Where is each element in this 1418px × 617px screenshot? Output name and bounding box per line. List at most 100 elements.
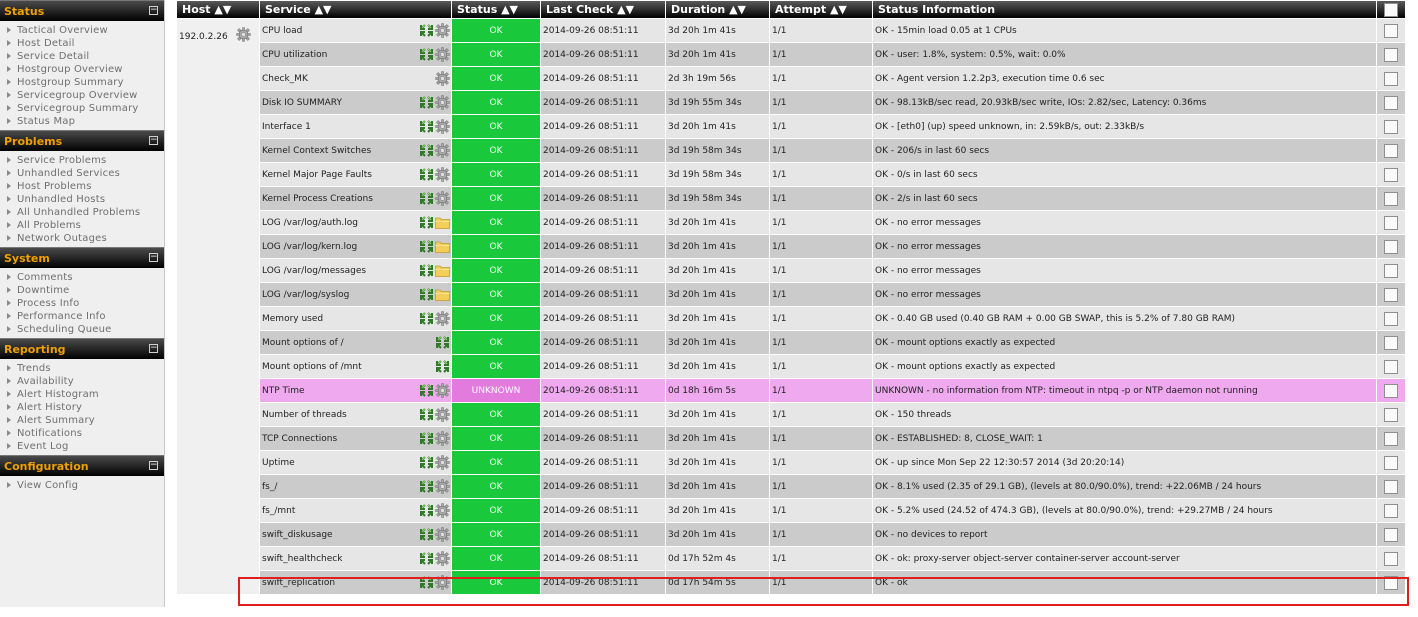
row-checkbox[interactable]	[1384, 407, 1398, 422]
collapse-icon[interactable]: −	[149, 253, 158, 262]
service-name-link[interactable]: NTP Time	[262, 386, 305, 396]
graph-icon[interactable]	[419, 479, 434, 494]
service-name-link[interactable]: Memory used	[262, 314, 323, 324]
service-name-link[interactable]: Check_MK	[262, 74, 308, 84]
collapse-icon[interactable]: −	[149, 6, 158, 15]
gear-icon[interactable]	[435, 406, 450, 422]
sidebar-section-status[interactable]: Status −	[0, 0, 164, 21]
service-name-link[interactable]: Kernel Context Switches	[262, 146, 371, 156]
row-checkbox[interactable]	[1384, 575, 1398, 590]
host-gear-icon[interactable]	[235, 27, 251, 45]
sort-arrows-icon[interactable]: ▲▼	[214, 3, 231, 16]
gear-icon[interactable]	[435, 454, 450, 470]
row-checkbox[interactable]	[1384, 503, 1398, 518]
sidebar-section-configuration[interactable]: Configuration −	[0, 455, 164, 476]
graph-icon[interactable]	[419, 143, 434, 158]
row-checkbox[interactable]	[1384, 239, 1398, 254]
gear-icon[interactable]	[435, 190, 450, 206]
sidebar-item-comments[interactable]: Comments	[0, 271, 164, 284]
service-name-link[interactable]: fs_/mnt	[262, 506, 295, 516]
sidebar-item-service-problems[interactable]: Service Problems	[0, 154, 164, 167]
sidebar-item-alert-histogram[interactable]: Alert Histogram	[0, 388, 164, 401]
row-checkbox[interactable]	[1384, 119, 1398, 134]
service-name-link[interactable]: fs_/	[262, 482, 277, 492]
row-checkbox[interactable]	[1384, 143, 1398, 158]
gear-icon[interactable]	[435, 526, 450, 542]
sidebar-item-hostgroup-summary[interactable]: Hostgroup Summary	[0, 76, 164, 89]
sidebar-item-event-log[interactable]: Event Log	[0, 440, 164, 453]
service-name-link[interactable]: Number of threads	[262, 410, 347, 420]
sidebar-item-host-detail[interactable]: Host Detail	[0, 37, 164, 50]
graph-icon[interactable]	[419, 119, 434, 134]
folder-icon[interactable]	[435, 288, 450, 301]
host-name-link[interactable]: 192.0.2.26	[179, 32, 228, 42]
collapse-icon[interactable]: −	[149, 136, 158, 145]
gear-icon[interactable]	[435, 94, 450, 110]
sidebar-item-service-detail[interactable]: Service Detail	[0, 50, 164, 63]
sidebar-item-unhandled-hosts[interactable]: Unhandled Hosts	[0, 193, 164, 206]
row-checkbox[interactable]	[1384, 167, 1398, 182]
sidebar-item-all-unhandled-problems[interactable]: All Unhandled Problems	[0, 206, 164, 219]
row-checkbox[interactable]	[1384, 23, 1398, 38]
sidebar-item-servicegroup-overview[interactable]: Servicegroup Overview	[0, 89, 164, 102]
column-header-select-all[interactable]	[1377, 1, 1405, 18]
gear-icon[interactable]	[435, 118, 450, 134]
graph-icon[interactable]	[419, 431, 434, 446]
graph-icon[interactable]	[419, 287, 434, 302]
sidebar-item-tactical-overview[interactable]: Tactical Overview	[0, 24, 164, 37]
sidebar-item-notifications[interactable]: Notifications	[0, 427, 164, 440]
graph-icon[interactable]	[419, 239, 434, 254]
sidebar-section-system[interactable]: System −	[0, 247, 164, 268]
service-name-link[interactable]: Kernel Process Creations	[262, 194, 373, 204]
graph-icon[interactable]	[419, 551, 434, 566]
sidebar-item-host-problems[interactable]: Host Problems	[0, 180, 164, 193]
gear-icon[interactable]	[435, 574, 450, 590]
gear-icon[interactable]	[435, 142, 450, 158]
graph-icon[interactable]	[419, 215, 434, 230]
select-all-checkbox[interactable]	[1384, 2, 1398, 17]
column-header-service[interactable]: Service ▲▼	[260, 1, 451, 18]
service-name-link[interactable]: CPU utilization	[262, 50, 327, 60]
gear-icon[interactable]	[435, 430, 450, 446]
column-header-last-check[interactable]: Last Check ▲▼	[541, 1, 665, 18]
row-checkbox[interactable]	[1384, 527, 1398, 542]
graph-icon[interactable]	[419, 503, 434, 518]
service-name-link[interactable]: swift_healthcheck	[262, 554, 342, 564]
column-header-duration[interactable]: Duration ▲▼	[666, 1, 769, 18]
graph-icon[interactable]	[435, 359, 450, 374]
service-name-link[interactable]: TCP Connections	[262, 434, 337, 444]
row-checkbox[interactable]	[1384, 287, 1398, 302]
column-header-status[interactable]: Status ▲▼	[452, 1, 540, 18]
graph-icon[interactable]	[419, 383, 434, 398]
row-checkbox[interactable]	[1384, 71, 1398, 86]
gear-icon[interactable]	[435, 502, 450, 518]
sidebar-item-view-config[interactable]: View Config	[0, 479, 164, 492]
gear-icon[interactable]	[435, 382, 450, 398]
sort-arrows-icon[interactable]: ▲▼	[830, 3, 847, 16]
folder-icon[interactable]	[435, 264, 450, 277]
gear-icon[interactable]	[435, 550, 450, 566]
row-checkbox[interactable]	[1384, 47, 1398, 62]
folder-icon[interactable]	[435, 240, 450, 253]
service-name-link[interactable]: Kernel Major Page Faults	[262, 170, 372, 180]
sidebar-item-network-outages[interactable]: Network Outages	[0, 232, 164, 245]
sort-arrows-icon[interactable]: ▲▼	[729, 3, 746, 16]
row-checkbox[interactable]	[1384, 383, 1398, 398]
folder-icon[interactable]	[435, 216, 450, 229]
row-checkbox[interactable]	[1384, 263, 1398, 278]
row-checkbox[interactable]	[1384, 359, 1398, 374]
gear-icon[interactable]	[435, 166, 450, 182]
graph-icon[interactable]	[419, 311, 434, 326]
gear-icon[interactable]	[435, 310, 450, 326]
graph-icon[interactable]	[419, 23, 434, 38]
gear-icon[interactable]	[435, 22, 450, 38]
row-checkbox[interactable]	[1384, 311, 1398, 326]
column-header-host[interactable]: Host ▲▼	[177, 1, 259, 18]
service-name-link[interactable]: swift_diskusage	[262, 530, 333, 540]
graph-icon[interactable]	[419, 407, 434, 422]
sidebar-item-status-map[interactable]: Status Map	[0, 115, 164, 128]
sort-arrows-icon[interactable]: ▲▼	[501, 3, 518, 16]
graph-icon[interactable]	[435, 335, 450, 350]
collapse-icon[interactable]: −	[149, 461, 158, 470]
gear-icon[interactable]	[435, 46, 450, 62]
